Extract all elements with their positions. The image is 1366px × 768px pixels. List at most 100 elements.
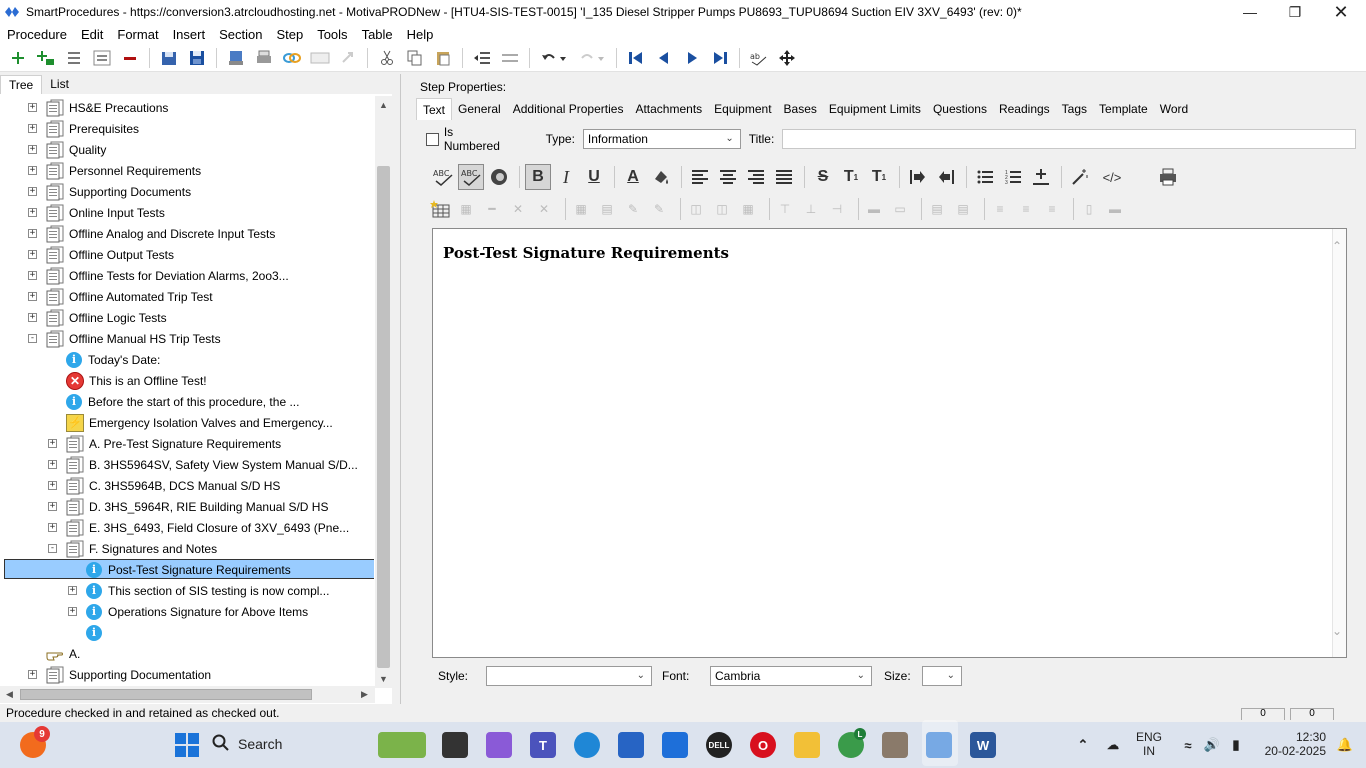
publish-icon[interactable] xyxy=(225,47,247,69)
tree-item[interactable]: + Supporting Documentation xyxy=(28,664,211,685)
expand-icon[interactable]: + xyxy=(68,607,77,616)
volume-icon[interactable]: 🔊 xyxy=(1199,732,1225,758)
language-indicator[interactable]: ENG IN xyxy=(1130,730,1168,758)
outdent-icon[interactable] xyxy=(471,47,493,69)
collapse-icon[interactable]: - xyxy=(48,544,57,553)
expand-icon[interactable]: + xyxy=(48,523,57,532)
justify-icon[interactable] xyxy=(771,164,797,190)
tree-item[interactable]: + A. Pre-Test Signature Requirements xyxy=(48,433,281,454)
clock[interactable]: 12:30 20-02-2025 xyxy=(1254,730,1326,758)
subscript-icon[interactable]: T1 xyxy=(866,164,892,190)
add-icon[interactable] xyxy=(7,47,29,69)
tab-equipment-limits[interactable]: Equipment Limits xyxy=(823,98,927,120)
tree-item[interactable]: + Online Input Tests xyxy=(28,202,165,223)
previous-icon[interactable] xyxy=(653,47,675,69)
tree-item[interactable]: + Offline Analog and Discrete Input Tests xyxy=(28,223,275,244)
start-icon[interactable] xyxy=(174,732,200,758)
title-input[interactable] xyxy=(782,129,1356,149)
decrease-indent-icon[interactable] xyxy=(933,164,959,190)
app-icon-remote[interactable] xyxy=(882,732,908,758)
tree-item[interactable]: i Today's Date: xyxy=(48,349,160,370)
indent-icon[interactable] xyxy=(499,47,521,69)
notifications-icon[interactable]: 🔔 xyxy=(1332,732,1358,758)
indent-list-icon[interactable] xyxy=(63,47,85,69)
move-icon[interactable] xyxy=(776,47,798,69)
taskbar-search[interactable]: Search xyxy=(212,729,362,759)
is-numbered-checkbox[interactable] xyxy=(426,132,439,146)
tree-item[interactable]: ✕ This is an Offline Test! xyxy=(48,370,207,391)
paste-icon[interactable] xyxy=(432,47,454,69)
expand-icon[interactable]: + xyxy=(48,481,57,490)
print-icon[interactable] xyxy=(1155,164,1181,190)
tab-text[interactable]: Text xyxy=(416,98,453,120)
tree-item[interactable]: + i This section of SIS testing is now com… xyxy=(68,580,329,601)
bullet-list-icon[interactable] xyxy=(972,164,998,190)
menu-format[interactable]: Format xyxy=(117,27,158,42)
align-left-icon[interactable] xyxy=(687,164,713,190)
scroll-thumb[interactable] xyxy=(20,689,312,700)
expand-icon[interactable]: + xyxy=(28,670,37,679)
tree-item[interactable]: + HS&E Precautions xyxy=(28,97,168,118)
add-child-icon[interactable] xyxy=(35,47,57,69)
tab-equipment[interactable]: Equipment xyxy=(708,98,777,120)
dell-icon[interactable]: DELL xyxy=(706,732,732,758)
chevron-down-icon[interactable]: ⌄ xyxy=(1332,624,1342,638)
superscript-icon[interactable]: T1 xyxy=(838,164,864,190)
tree-item[interactable]: - F. Signatures and Notes xyxy=(48,538,217,559)
expand-icon[interactable]: + xyxy=(28,208,37,217)
close-button[interactable]: ✕ xyxy=(1318,0,1364,24)
tree-item[interactable]: + Supporting Documents xyxy=(28,181,191,202)
tree-item[interactable]: A. xyxy=(28,643,80,664)
expand-icon[interactable]: + xyxy=(48,460,57,469)
insert-line-icon[interactable] xyxy=(1028,164,1054,190)
minimize-button[interactable]: — xyxy=(1227,0,1273,24)
tab-attachments[interactable]: Attachments xyxy=(629,98,708,120)
tree-item[interactable]: ⚡ Emergency Isolation Valves and Emergenc… xyxy=(48,412,333,433)
align-right-icon[interactable] xyxy=(743,164,769,190)
italic-icon[interactable]: I xyxy=(553,164,579,190)
numbered-list-icon[interactable]: 123 xyxy=(1000,164,1026,190)
chrome-icon[interactable]: L xyxy=(838,728,866,758)
bold-icon[interactable]: B xyxy=(525,164,551,190)
teams-icon[interactable]: T xyxy=(530,732,556,758)
tree-horizontal-scrollbar[interactable]: ◀ ▶ xyxy=(0,686,375,703)
menu-edit[interactable]: Edit xyxy=(81,27,103,42)
step-text-editor[interactable]: Post-Test Signature Requirements ⌃ ⌄ xyxy=(432,228,1347,658)
tab-list[interactable]: List xyxy=(42,75,77,94)
scroll-right-icon[interactable]: ▶ xyxy=(361,689,368,700)
tab-word[interactable]: Word xyxy=(1154,98,1194,120)
save-icon[interactable] xyxy=(186,47,208,69)
search-highlight-icon[interactable] xyxy=(378,732,426,758)
tree-item[interactable]: i xyxy=(68,622,108,643)
cut-icon[interactable] xyxy=(376,47,398,69)
tab-additional-properties[interactable]: Additional Properties xyxy=(507,98,630,120)
copilot-icon[interactable] xyxy=(486,732,512,758)
underline-icon[interactable]: U xyxy=(581,164,607,190)
expand-icon[interactable]: + xyxy=(28,145,37,154)
scroll-left-icon[interactable]: ◀ xyxy=(6,689,13,700)
scroll-up-icon[interactable]: ▲ xyxy=(379,100,388,110)
tree-item[interactable]: + Quality xyxy=(28,139,106,160)
menu-tools[interactable]: Tools xyxy=(317,27,347,42)
weather-widget-icon[interactable]: 9 xyxy=(20,726,50,758)
collapse-icon[interactable]: - xyxy=(28,334,37,343)
insert-table-icon[interactable] xyxy=(430,200,450,218)
editor-scrollbar[interactable]: ⌃ ⌄ xyxy=(1332,229,1346,657)
tree-item[interactable]: + Prerequisites xyxy=(28,118,139,139)
expand-icon[interactable]: + xyxy=(48,439,57,448)
tree-item[interactable]: i Before the start of this procedure, the… xyxy=(48,391,299,412)
first-icon[interactable] xyxy=(625,47,647,69)
last-icon[interactable] xyxy=(709,47,731,69)
tab-tree[interactable]: Tree xyxy=(0,75,43,94)
expand-icon[interactable]: + xyxy=(48,502,57,511)
redo-icon[interactable] xyxy=(576,47,608,69)
pane-splitter[interactable] xyxy=(400,74,406,704)
tree-item[interactable]: + Offline Tests for Deviation Alarms, 2oo… xyxy=(28,265,289,286)
tab-bases[interactable]: Bases xyxy=(778,98,823,120)
battery-icon[interactable]: ▮ xyxy=(1223,732,1249,758)
highlight-icon[interactable] xyxy=(648,164,674,190)
scroll-down-icon[interactable]: ▼ xyxy=(379,674,388,684)
expand-icon[interactable]: + xyxy=(28,187,37,196)
expand-icon[interactable]: + xyxy=(28,271,37,280)
increase-indent-icon[interactable] xyxy=(905,164,931,190)
